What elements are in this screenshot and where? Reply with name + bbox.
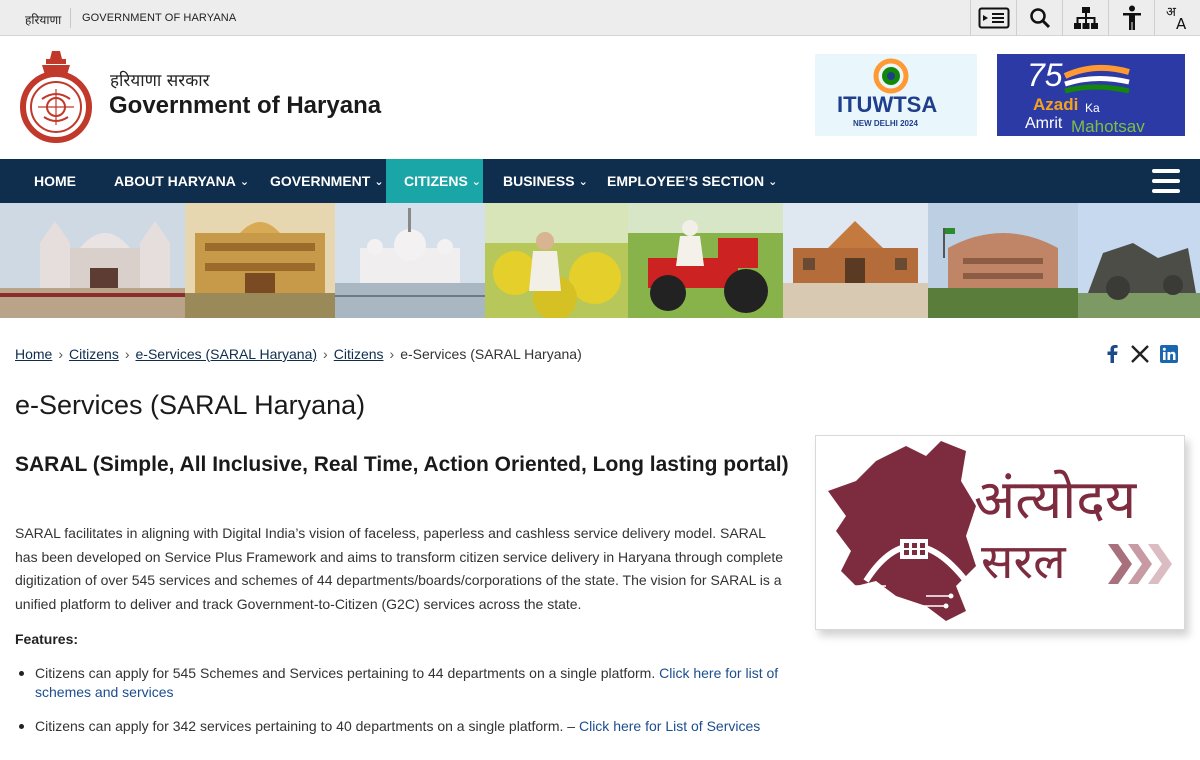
breadcrumb-citizens[interactable]: Citizens xyxy=(69,346,119,362)
nav-label: EMPLOYEE’S SECTION xyxy=(607,173,765,189)
toolbar-icons: अA xyxy=(970,0,1200,36)
chevron-down-icon: ⌄ xyxy=(768,176,778,188)
features-list: Citizens can apply for 545 Schemes and S… xyxy=(15,664,785,751)
azadi-word: Azadi xyxy=(1033,95,1078,114)
features-heading: Features: xyxy=(15,631,79,647)
azadi-number: 75 xyxy=(1027,57,1063,93)
itu-wtsa-banner[interactable]: ITUWTSA NEW DELHI 2024 xyxy=(815,54,977,136)
linkedin-icon[interactable] xyxy=(1159,344,1179,364)
sitemap-icon[interactable] xyxy=(1062,0,1108,36)
breadcrumb-separator: › xyxy=(323,346,328,362)
feature-text: Citizens can apply for 342 services pert… xyxy=(35,718,579,734)
museum-photo xyxy=(783,203,928,318)
nav-item-business[interactable]: BUSINESS ⌄ xyxy=(503,159,588,203)
temple-photo xyxy=(0,203,185,318)
facebook-icon[interactable] xyxy=(1102,344,1122,364)
chevron-down-icon: ⌄ xyxy=(471,176,481,188)
nav-item-government[interactable]: GOVERNMENT ⌄ xyxy=(270,159,384,203)
itu-brand-text: ITUWTSA xyxy=(837,92,937,117)
section-title: SARAL (Simple, All Inclusive, Real Time,… xyxy=(15,453,789,476)
services-list-link[interactable]: Click here for List of Services xyxy=(579,718,760,734)
saral-description: SARAL facilitates in aligning with Digit… xyxy=(15,525,784,612)
chevron-down-icon: ⌄ xyxy=(374,176,384,188)
nav-label: CITIZENS xyxy=(404,173,468,189)
antyodaya-saral-logo[interactable]: अंत्योदय सरल xyxy=(815,435,1185,630)
search-icon[interactable] xyxy=(1016,0,1062,36)
nav-label: ABOUT HARYANA xyxy=(114,173,236,189)
hamburger-icon[interactable] xyxy=(1152,169,1180,193)
nav-item-about-haryana[interactable]: ABOUT HARYANA ⌄ xyxy=(114,159,249,203)
mustard-field-photo xyxy=(485,203,628,318)
antyodaya-word: अंत्योदय xyxy=(974,468,1138,531)
tractor-photo xyxy=(628,203,783,318)
mahotsav-word: Mahotsav xyxy=(1071,117,1145,136)
feature-text: Citizens can apply for 545 Schemes and S… xyxy=(35,665,660,681)
nav-item-citizens[interactable]: CITIZENS ⌄ xyxy=(386,159,483,203)
breadcrumb-current: e-Services (SARAL Haryana) xyxy=(400,346,582,362)
chevron-down-icon: ⌄ xyxy=(578,176,588,188)
nav-item-home[interactable]: HOME xyxy=(34,159,76,203)
heritage-photo-strip xyxy=(0,203,1200,318)
nav-label: GOVERNMENT xyxy=(270,173,371,189)
nav-label: HOME xyxy=(34,173,76,189)
chariot-photo xyxy=(1078,203,1200,318)
hindi-site-title: हरियाणा सरकार xyxy=(110,71,210,91)
azadi-ka-amrit-mahotsav-banner[interactable]: 75 Azadi Ka Amrit Mahotsav xyxy=(997,54,1185,136)
breadcrumb-separator: › xyxy=(389,346,395,362)
list-item: Citizens can apply for 545 Schemes and S… xyxy=(15,664,785,702)
nav-label: BUSINESS xyxy=(503,173,575,189)
site-title[interactable]: Government of Haryana xyxy=(109,92,381,120)
breadcrumb: Home › Citizens › e-Services (SARAL Haryana)… xyxy=(15,346,582,362)
list-item: Citizens can apply for 342 services pert… xyxy=(15,717,785,736)
x-icon[interactable] xyxy=(1130,344,1150,364)
gurudwara-photo xyxy=(335,203,485,318)
haryana-emblem-logo[interactable] xyxy=(16,47,96,143)
nav-item-employees-section[interactable]: EMPLOYEE’S SECTION ⌄ xyxy=(607,159,777,203)
hindi-language-link[interactable]: हरियाणा xyxy=(25,11,61,28)
breadcrumb-eservices[interactable]: e-Services (SARAL Haryana) xyxy=(136,346,318,362)
accessibility-icon[interactable] xyxy=(1108,0,1154,36)
svg-text:A: A xyxy=(1176,15,1187,32)
skip-to-content-icon[interactable] xyxy=(970,0,1016,36)
main-navigation: HOME ABOUT HARYANA ⌄ GOVERNMENT ⌄ CITIZENS… xyxy=(0,159,1200,203)
government-label[interactable]: GOVERNMENT OF HARYANA xyxy=(82,12,236,24)
top-utility-bar: हरियाणा GOVERNMENT OF HARYANA अA xyxy=(0,0,1200,36)
breadcrumb-separator: › xyxy=(58,346,64,362)
divider xyxy=(70,8,71,28)
breadcrumb-citizens-2[interactable]: Citizens xyxy=(334,346,384,362)
ka-word: Ka xyxy=(1085,101,1100,115)
memorial-photo xyxy=(928,203,1078,318)
amrit-word: Amrit xyxy=(1025,115,1063,132)
saral-word: सरल xyxy=(981,534,1067,590)
site-header: हरियाणा सरकार Government of Haryana ITUW… xyxy=(0,36,1200,159)
page-title: e-Services (SARAL Haryana) xyxy=(15,390,366,420)
chevron-down-icon: ⌄ xyxy=(239,176,250,188)
breadcrumb-separator: › xyxy=(124,346,130,362)
language-icon[interactable]: अA xyxy=(1154,0,1200,36)
breadcrumb-home[interactable]: Home xyxy=(15,346,52,362)
itu-location-text: NEW DELHI 2024 xyxy=(853,119,918,128)
palace-photo xyxy=(185,203,335,318)
